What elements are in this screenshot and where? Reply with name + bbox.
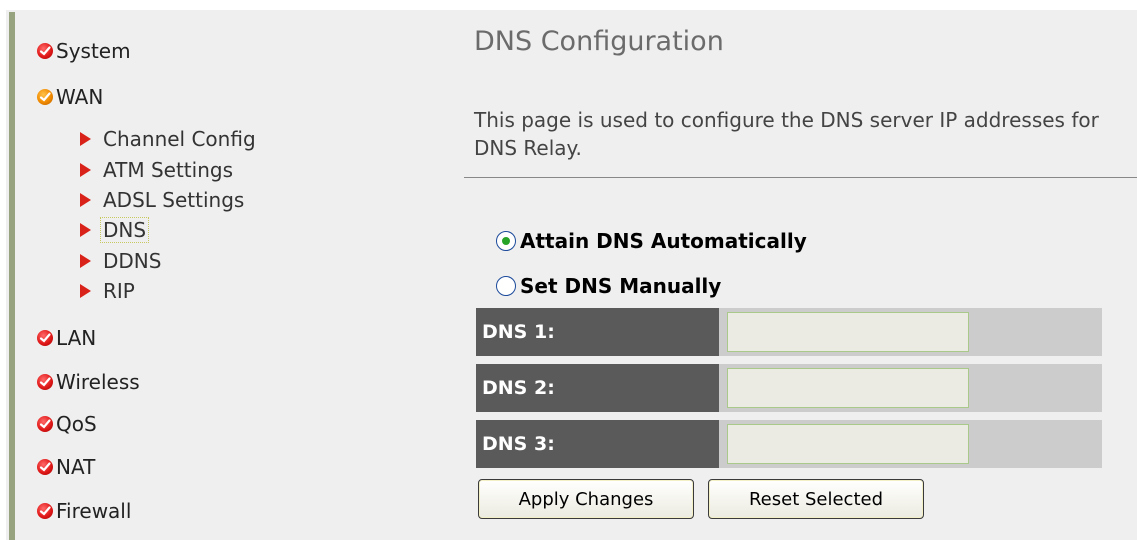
page-title: DNS Configuration <box>474 26 724 57</box>
radio-button-selected[interactable] <box>496 231 516 251</box>
submenu-item-label: ATM Settings <box>103 158 233 182</box>
radio-attain-dns-automatically[interactable]: Attain DNS Automatically <box>496 228 807 254</box>
sidebar-menu: System WAN Channel Config ATM Settings A… <box>0 0 460 540</box>
red-arrow-icon <box>80 163 91 177</box>
red-arrow-icon <box>80 254 91 268</box>
radio-label: Attain DNS Automatically <box>520 229 807 253</box>
submenu-item-label: RIP <box>103 279 135 303</box>
submenu-item-label: DDNS <box>103 249 162 273</box>
sidebar-item-label: QoS <box>56 412 97 436</box>
dns2-cell <box>719 364 1102 412</box>
radio-set-dns-manually[interactable]: Set DNS Manually <box>496 273 721 299</box>
radio-button[interactable] <box>496 276 516 296</box>
sidebar-item-nat[interactable]: NAT <box>37 454 95 480</box>
red-check-icon <box>37 374 53 390</box>
sidebar-item-firewall[interactable]: Firewall <box>37 498 131 524</box>
sidebar-item-label: Wireless <box>56 370 140 394</box>
apply-changes-button[interactable]: Apply Changes <box>478 479 694 519</box>
sidebar-item-label: WAN <box>56 85 104 109</box>
sidebar-item-qos[interactable]: QoS <box>37 411 97 437</box>
router-config-page: System WAN Channel Config ATM Settings A… <box>0 0 1137 540</box>
submenu-item-atm-settings[interactable]: ATM Settings <box>80 157 233 183</box>
red-arrow-icon <box>80 132 91 146</box>
submenu-item-ddns[interactable]: DDNS <box>80 248 161 274</box>
dns2-input[interactable] <box>727 368 969 408</box>
red-arrow-icon <box>80 284 91 298</box>
sidebar-item-wireless[interactable]: Wireless <box>37 369 140 395</box>
sidebar-item-label: Firewall <box>56 499 132 523</box>
submenu-item-label: Channel Config <box>103 127 256 151</box>
sidebar-item-system[interactable]: System <box>37 38 131 64</box>
radio-label: Set DNS Manually <box>520 274 722 298</box>
red-check-icon <box>37 459 53 475</box>
sidebar-item-wan[interactable]: WAN <box>37 84 103 110</box>
red-check-icon <box>37 43 53 59</box>
dns2-row: DNS 2: <box>476 364 1102 412</box>
sidebar-item-label: System <box>56 39 131 63</box>
submenu-item-label: DNS <box>100 217 150 243</box>
sidebar-item-label: LAN <box>56 326 97 350</box>
dns3-input[interactable] <box>727 424 969 464</box>
red-arrow-icon <box>80 193 91 207</box>
submenu-item-adsl-settings[interactable]: ADSL Settings <box>80 187 244 213</box>
dns1-row: DNS 1: <box>476 308 1102 356</box>
red-check-icon <box>37 416 53 432</box>
dns2-label: DNS 2: <box>476 364 719 412</box>
orange-check-icon <box>37 89 53 105</box>
submenu-item-label: ADSL Settings <box>103 188 245 212</box>
dns3-row: DNS 3: <box>476 420 1102 468</box>
sidebar-item-lan[interactable]: LAN <box>37 325 96 351</box>
red-check-icon <box>37 330 53 346</box>
red-check-icon <box>37 503 53 519</box>
dns3-label: DNS 3: <box>476 420 719 468</box>
submenu-item-rip[interactable]: RIP <box>80 278 135 304</box>
dns1-input[interactable] <box>727 312 969 352</box>
submenu-item-channel-config[interactable]: Channel Config <box>80 126 256 152</box>
reset-selected-button[interactable]: Reset Selected <box>708 479 924 519</box>
dns1-cell <box>719 308 1102 356</box>
submenu-item-dns[interactable]: DNS <box>80 217 150 243</box>
dns1-label: DNS 1: <box>476 308 719 356</box>
sidebar-item-label: NAT <box>56 455 96 479</box>
divider <box>464 177 1137 178</box>
page-description: This page is used to configure the DNS s… <box>474 108 1099 160</box>
dns3-cell <box>719 420 1102 468</box>
red-arrow-icon <box>80 223 91 237</box>
